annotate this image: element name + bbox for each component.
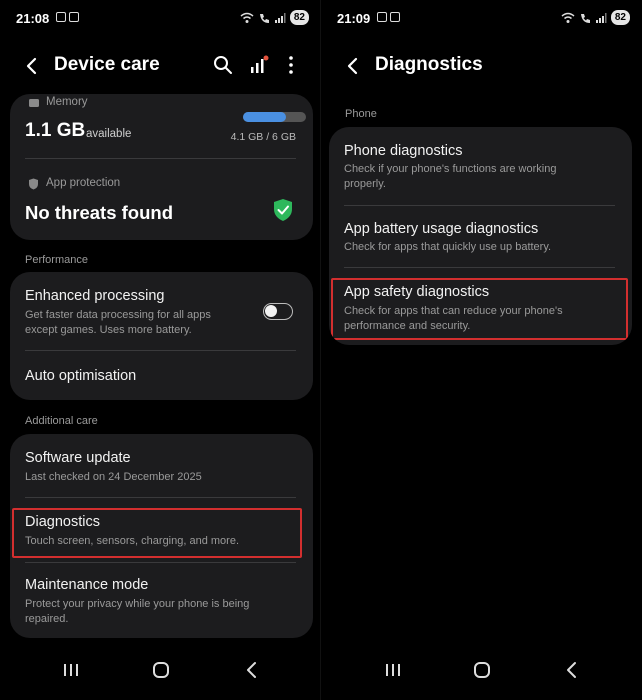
memory-value-suffix: available <box>86 128 132 140</box>
app-battery-diagnostics-title: App battery usage diagnostics <box>344 221 539 237</box>
status-bar: 21:09 82 <box>321 0 642 36</box>
shield-check-icon <box>274 199 292 221</box>
navigation-bar <box>0 644 321 700</box>
section-additional-care: Additional care <box>25 415 98 427</box>
page-title: Device care <box>54 54 160 75</box>
enhanced-processing-title: Enhanced processing <box>25 288 165 304</box>
app-protection-status: No threats found <box>25 202 173 223</box>
memory-label: Memory <box>46 96 88 108</box>
battery-badge: 82 <box>289 10 309 25</box>
status-right-icons: 82 <box>240 10 309 25</box>
home-icon[interactable] <box>149 658 173 682</box>
wifi-icon <box>240 12 254 23</box>
battery-badge: 82 <box>610 10 630 25</box>
divider <box>344 205 615 206</box>
call-icon <box>259 13 269 23</box>
navigation-bar <box>321 644 642 700</box>
diagnostics-screen: 21:09 82 Diagnostics Phone Phone diagnos… <box>321 0 642 700</box>
app-safety-highlight-box <box>331 278 628 340</box>
performance-stats-icon[interactable] <box>248 54 270 76</box>
status-card: Memory 1.1 GB available 4.1 GB / 6 GB Ap… <box>10 94 313 240</box>
memory-usage-bar <box>243 112 306 122</box>
status-time: 21:08 <box>16 11 50 26</box>
memory-value: 1.1 GB <box>25 120 86 141</box>
section-phone: Phone <box>345 108 377 120</box>
signal-icon <box>595 12 607 23</box>
diagnostics-highlight-box <box>12 508 302 558</box>
home-icon[interactable] <box>470 658 494 682</box>
status-right-icons: 82 <box>561 10 630 25</box>
page-title: Diagnostics <box>375 54 483 75</box>
app-battery-diagnostics-sub: Check for apps that quickly use up batte… <box>344 241 552 253</box>
recents-icon[interactable] <box>381 658 405 682</box>
divider <box>25 158 296 159</box>
app-bar: Device care <box>0 48 321 84</box>
maintenance-mode-title: Maintenance mode <box>25 577 149 593</box>
divider <box>344 267 615 268</box>
notification-icons <box>56 12 79 22</box>
diagnostics-card: Phone diagnostics Check if your phone's … <box>329 127 632 345</box>
maintenance-mode-sub-1: Protect your privacy while your phone is… <box>25 598 250 610</box>
app-protection-label: App protection <box>46 177 121 189</box>
maintenance-mode-sub-2: repaired. <box>25 613 69 625</box>
status-bar: 21:08 82 <box>0 0 321 36</box>
back-nav-icon[interactable] <box>560 658 584 682</box>
divider <box>25 497 296 498</box>
phone-diagnostics-sub-1: Check if your phone's functions are work… <box>344 163 557 175</box>
enhanced-processing-toggle[interactable] <box>263 303 293 320</box>
performance-card: Enhanced processing Get faster data proc… <box>10 272 313 400</box>
back-nav-icon[interactable] <box>240 658 264 682</box>
shield-small-icon <box>29 178 38 190</box>
memory-usage-fill <box>243 112 286 122</box>
signal-icon <box>274 12 286 23</box>
notification-icons <box>377 12 400 22</box>
more-options-icon[interactable] <box>280 54 302 76</box>
memory-icon <box>29 99 39 107</box>
call-icon <box>580 13 590 23</box>
divider <box>25 562 296 563</box>
section-performance: Performance <box>25 254 88 266</box>
device-care-screen: 21:08 82 Device care Memory 1.1 GB avail… <box>0 0 321 700</box>
recents-icon[interactable] <box>59 658 83 682</box>
back-arrow-icon[interactable] <box>343 56 363 76</box>
additional-care-card: Software update Last checked on 24 Decem… <box>10 434 313 638</box>
app-bar: Diagnostics <box>321 48 642 84</box>
status-time: 21:09 <box>337 11 371 26</box>
search-icon[interactable] <box>212 54 234 76</box>
enhanced-processing-sub-1: Get faster data processing for all apps <box>25 309 211 321</box>
software-update-sub: Last checked on 24 December 2025 <box>25 471 202 483</box>
divider <box>25 350 296 351</box>
wifi-icon <box>561 12 575 23</box>
phone-diagnostics-title: Phone diagnostics <box>344 143 463 159</box>
auto-optimisation-row[interactable]: Auto optimisation <box>25 368 136 384</box>
enhanced-processing-sub-2: except games. Uses more battery. <box>25 324 192 336</box>
memory-usage-text: 4.1 GB / 6 GB <box>230 131 296 143</box>
back-arrow-icon[interactable] <box>22 56 42 76</box>
phone-diagnostics-sub-2: properly. <box>344 178 386 190</box>
software-update-title: Software update <box>25 450 131 466</box>
